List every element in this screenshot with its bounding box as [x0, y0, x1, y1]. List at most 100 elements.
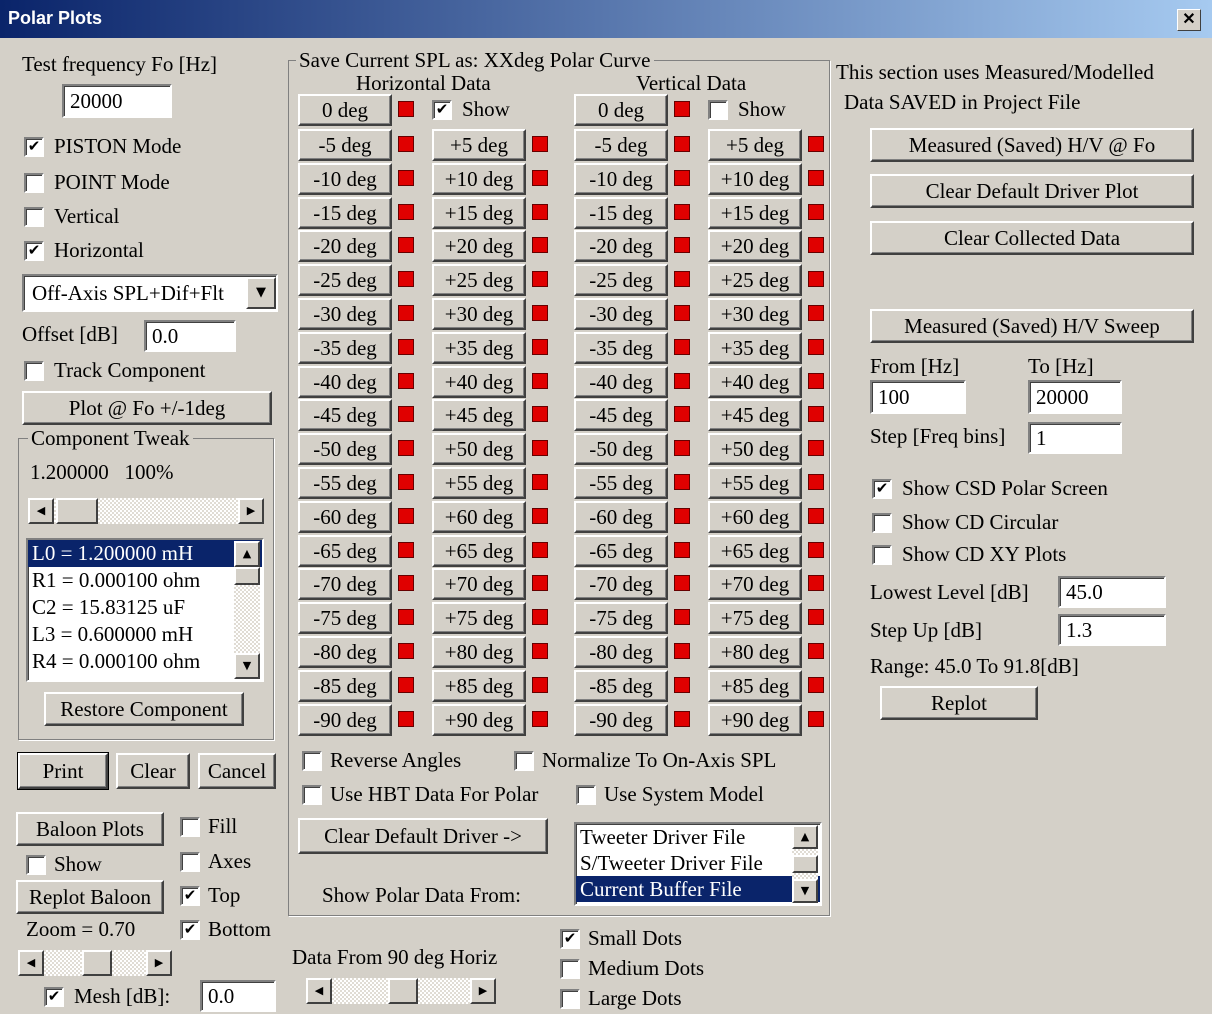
clear-collected-button[interactable]: Clear Collected Data	[870, 221, 1194, 255]
print-button[interactable]: Print	[17, 752, 109, 790]
scroll-left-icon[interactable]: ◀	[18, 950, 44, 976]
step-input[interactable]: 1	[1028, 422, 1122, 454]
h-zero-deg-button[interactable]: 0 deg	[298, 94, 392, 126]
plot-fo-button[interactable]: Plot @ Fo +/-1deg	[22, 391, 272, 425]
list-item[interactable]: L0 = 1.200000 mH	[28, 540, 262, 567]
v-neg-deg-button[interactable]: -45 deg	[574, 399, 668, 432]
list-item[interactable]: R4 = 0.000100 ohm	[28, 648, 262, 675]
v-neg-deg-button[interactable]: -50 deg	[574, 433, 668, 466]
h-neg-deg-button[interactable]: -25 deg	[298, 264, 392, 297]
h-neg-deg-button[interactable]: -40 deg	[298, 365, 392, 398]
h-pos-deg-button[interactable]: +30 deg	[432, 298, 526, 330]
polar-source-list[interactable]: Tweeter Driver File S/Tweeter Driver Fil…	[574, 822, 822, 906]
h-neg-deg-button[interactable]: -30 deg	[298, 298, 392, 330]
h-pos-deg-button[interactable]: +40 deg	[432, 365, 526, 398]
h-pos-deg-button[interactable]: +35 deg	[432, 331, 526, 364]
scroll-right-icon[interactable]: ▶	[146, 950, 172, 976]
v-neg-deg-button[interactable]: -30 deg	[574, 298, 668, 330]
replot-button[interactable]: Replot	[880, 686, 1038, 720]
scroll-right-icon[interactable]: ▶	[470, 978, 496, 1004]
step-up-input[interactable]: 1.3	[1058, 614, 1166, 646]
v-neg-deg-button[interactable]: -55 deg	[574, 467, 668, 499]
v-pos-deg-button[interactable]: +70 deg	[708, 568, 802, 601]
v-neg-deg-button[interactable]: -70 deg	[574, 568, 668, 601]
baloon-plots-button[interactable]: Baloon Plots	[16, 812, 164, 846]
h-neg-deg-button[interactable]: -60 deg	[298, 500, 392, 533]
reverse-angles-checkbox[interactable]	[302, 751, 322, 771]
clear-button[interactable]: Clear	[116, 753, 190, 789]
use-system-model-checkbox[interactable]	[576, 785, 596, 805]
list-item[interactable]: C2 = 15.83125 uF	[28, 594, 262, 621]
horizontal-checkbox[interactable]: ✔	[24, 241, 44, 261]
h-pos-deg-button[interactable]: +20 deg	[432, 230, 526, 263]
v-pos-deg-button[interactable]: +90 deg	[708, 703, 802, 736]
h-pos-deg-button[interactable]: +10 deg	[432, 162, 526, 195]
v-pos-deg-button[interactable]: +55 deg	[708, 467, 802, 499]
v-zero-deg-button[interactable]: 0 deg	[574, 94, 668, 126]
show-baloon-checkbox[interactable]	[26, 855, 46, 875]
csd-polar-checkbox[interactable]: ✔	[872, 479, 892, 499]
h-neg-deg-button[interactable]: -55 deg	[298, 467, 392, 499]
cd-circular-checkbox[interactable]	[872, 513, 892, 533]
v-pos-deg-button[interactable]: +25 deg	[708, 264, 802, 297]
h-pos-deg-button[interactable]: +80 deg	[432, 636, 526, 668]
list-item[interactable]: Current Buffer File	[576, 876, 820, 902]
axes-checkbox[interactable]	[180, 852, 200, 872]
v-pos-deg-button[interactable]: +10 deg	[708, 162, 802, 195]
v-neg-deg-button[interactable]: -15 deg	[574, 196, 668, 229]
v-pos-deg-button[interactable]: +45 deg	[708, 399, 802, 432]
h-pos-deg-button[interactable]: +75 deg	[432, 602, 526, 635]
source-scroll-thumb[interactable]	[792, 855, 818, 873]
zoom-slider-thumb[interactable]	[82, 950, 112, 976]
scroll-left-icon[interactable]: ◀	[28, 498, 54, 524]
clear-default-driver-button[interactable]: Clear Default Driver ->	[298, 818, 548, 854]
test-frequency-input[interactable]: 20000	[62, 84, 172, 118]
bottom-checkbox[interactable]: ✔	[180, 920, 200, 940]
list-item[interactable]: Tweeter Driver File	[576, 824, 820, 850]
clear-default-plot-button[interactable]: Clear Default Driver Plot	[870, 174, 1194, 208]
fill-checkbox[interactable]	[180, 817, 200, 837]
v-pos-deg-button[interactable]: +85 deg	[708, 669, 802, 702]
from-input[interactable]: 100	[870, 380, 966, 414]
to-input[interactable]: 20000	[1028, 380, 1122, 414]
v-pos-deg-button[interactable]: +15 deg	[708, 196, 802, 229]
h-pos-deg-button[interactable]: +70 deg	[432, 568, 526, 601]
scroll-down-icon[interactable]: ▼	[234, 653, 260, 679]
v-pos-deg-button[interactable]: +5 deg	[708, 129, 802, 161]
v-neg-deg-button[interactable]: -60 deg	[574, 500, 668, 533]
v-neg-deg-button[interactable]: -85 deg	[574, 669, 668, 702]
list-item[interactable]: L3 = 0.600000 mH	[28, 621, 262, 648]
h-pos-deg-button[interactable]: +65 deg	[432, 534, 526, 567]
mode-select[interactable]: Off-Axis SPL+Dif+Flt	[22, 274, 278, 312]
close-button[interactable]: ✕	[1177, 9, 1201, 31]
h-pos-deg-button[interactable]: +25 deg	[432, 264, 526, 297]
mesh-checkbox[interactable]: ✔	[44, 987, 64, 1007]
h-pos-deg-button[interactable]: +60 deg	[432, 500, 526, 533]
v-neg-deg-button[interactable]: -65 deg	[574, 534, 668, 567]
scroll-up-icon[interactable]: ▲	[792, 825, 818, 849]
vertical-checkbox[interactable]	[24, 207, 44, 227]
v-neg-deg-button[interactable]: -90 deg	[574, 703, 668, 736]
v-pos-deg-button[interactable]: +50 deg	[708, 433, 802, 466]
scroll-left-icon[interactable]: ◀	[306, 978, 332, 1004]
v-neg-deg-button[interactable]: -10 deg	[574, 162, 668, 195]
v-pos-deg-button[interactable]: +65 deg	[708, 534, 802, 567]
h-neg-deg-button[interactable]: -90 deg	[298, 703, 392, 736]
h-neg-deg-button[interactable]: -65 deg	[298, 534, 392, 567]
restore-component-button[interactable]: Restore Component	[44, 692, 244, 726]
h-neg-deg-button[interactable]: -5 deg	[298, 129, 392, 161]
h-pos-deg-button[interactable]: +85 deg	[432, 669, 526, 702]
large-dots-checkbox[interactable]	[560, 989, 580, 1009]
h-neg-deg-button[interactable]: -85 deg	[298, 669, 392, 702]
cancel-button[interactable]: Cancel	[198, 753, 276, 789]
normalize-checkbox[interactable]	[514, 751, 534, 771]
h-neg-deg-button[interactable]: -80 deg	[298, 636, 392, 668]
h-pos-deg-button[interactable]: +50 deg	[432, 433, 526, 466]
small-dots-checkbox[interactable]: ✔	[560, 929, 580, 949]
v-neg-deg-button[interactable]: -35 deg	[574, 331, 668, 364]
h-neg-deg-button[interactable]: -70 deg	[298, 568, 392, 601]
angle-slider-thumb[interactable]	[388, 978, 418, 1004]
h-neg-deg-button[interactable]: -45 deg	[298, 399, 392, 432]
h-neg-deg-button[interactable]: -10 deg	[298, 162, 392, 195]
medium-dots-checkbox[interactable]	[560, 959, 580, 979]
